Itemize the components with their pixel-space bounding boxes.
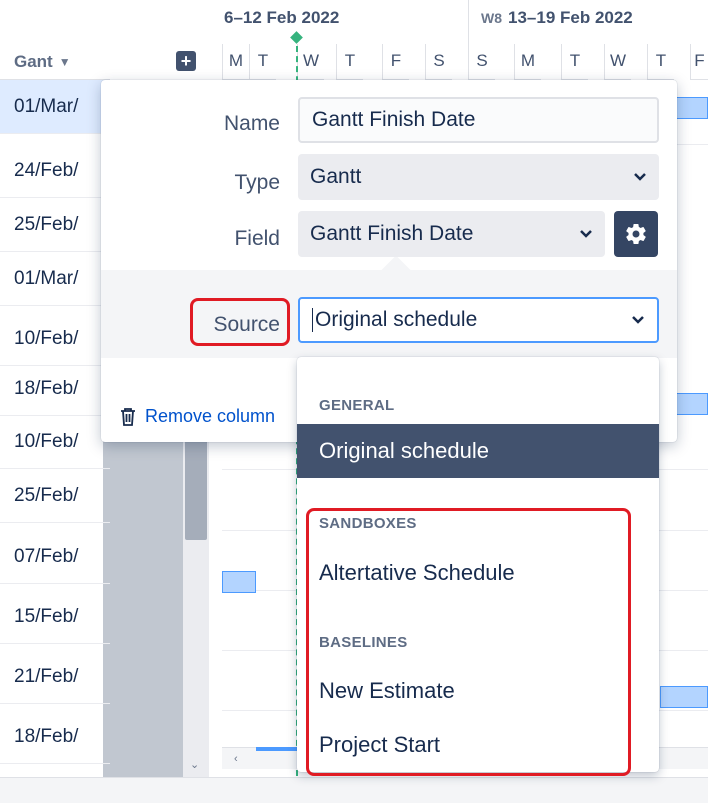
day-cell: T [249, 44, 276, 80]
day-cell: S [468, 44, 495, 80]
chevron-down-icon [633, 172, 647, 182]
source-value: Original schedule [315, 308, 478, 331]
field-select[interactable]: Gantt Finish Date [298, 211, 605, 257]
trash-icon [121, 407, 135, 426]
scroll-down-icon[interactable]: ⌄ [190, 758, 199, 771]
table-row[interactable]: 25/Feb/ [0, 198, 110, 252]
today-marker-icon [290, 31, 303, 44]
type-label: Type [234, 171, 280, 194]
table-row[interactable]: 10/Feb/ [0, 312, 110, 366]
scrollbar-thumb[interactable] [185, 440, 207, 540]
column-header-label: Gant [14, 51, 53, 71]
day-cell: W [604, 44, 631, 80]
chevron-down-icon [631, 315, 645, 325]
chevron-down-icon [579, 229, 593, 239]
week-divider [468, 0, 469, 44]
name-label: Name [223, 112, 280, 135]
day-cell: W [297, 44, 324, 80]
day-cell: S [425, 44, 452, 80]
text-cursor [312, 308, 313, 332]
field-settings-button[interactable] [614, 211, 658, 257]
table-row[interactable]: 01/Mar/ [0, 252, 110, 306]
remove-column-link[interactable]: Remove column [119, 406, 275, 427]
group-header-general: GENERAL [319, 397, 395, 414]
day-cell: T [561, 44, 588, 80]
table-row[interactable]: 18/Feb/ [0, 710, 110, 764]
table-row[interactable]: 07/Feb/ [0, 530, 110, 584]
scroll-left-icon[interactable]: ‹ [234, 753, 238, 765]
source-highlight-box [190, 298, 290, 346]
name-field[interactable]: Gantt Finish Date [298, 97, 659, 143]
day-cell: F [690, 44, 708, 80]
gantt-bar[interactable] [660, 686, 708, 708]
table-row[interactable]: 10/Feb/ [0, 415, 110, 469]
day-cell: T [336, 44, 363, 80]
type-select[interactable]: Gantt [298, 154, 659, 200]
table-row[interactable]: 24/Feb/ [0, 144, 110, 198]
day-cell: F [382, 44, 409, 80]
table-row[interactable]: 01/Mar/ [0, 80, 110, 134]
menu-item-original-schedule[interactable]: Original schedule [297, 424, 659, 478]
add-column-button[interactable]: + [176, 51, 196, 71]
type-value: Gantt [310, 165, 362, 188]
table-row[interactable]: 15/Feb/ [0, 590, 110, 644]
day-cell: M [514, 44, 541, 80]
week-range: 13–19 Feb 2022 [508, 8, 633, 27]
table-row[interactable]: 21/Feb/ [0, 650, 110, 704]
gantt-column-header[interactable]: Gant ▼ [0, 44, 110, 80]
week-label: 6–12 Feb 2022 [224, 8, 340, 27]
field-label: Field [234, 227, 280, 250]
week-label: W8 13–19 Feb 2022 [481, 8, 633, 28]
gantt-bar[interactable] [222, 571, 256, 593]
table-row[interactable]: 18/Feb/ [0, 362, 110, 416]
week-number: W8 [481, 10, 502, 26]
remove-column-label: Remove column [145, 406, 276, 426]
day-cell: M [222, 44, 249, 80]
gear-icon [626, 224, 646, 245]
name-value: Gantt Finish Date [312, 108, 476, 131]
field-value: Gantt Finish Date [310, 222, 474, 245]
day-cell: T [647, 44, 674, 80]
options-highlight-box [306, 508, 631, 776]
source-select[interactable]: Original schedule [298, 297, 659, 343]
table-row[interactable]: 25/Feb/ [0, 469, 110, 523]
caret-down-icon[interactable]: ▼ [59, 55, 71, 69]
footer-bar [0, 777, 708, 803]
